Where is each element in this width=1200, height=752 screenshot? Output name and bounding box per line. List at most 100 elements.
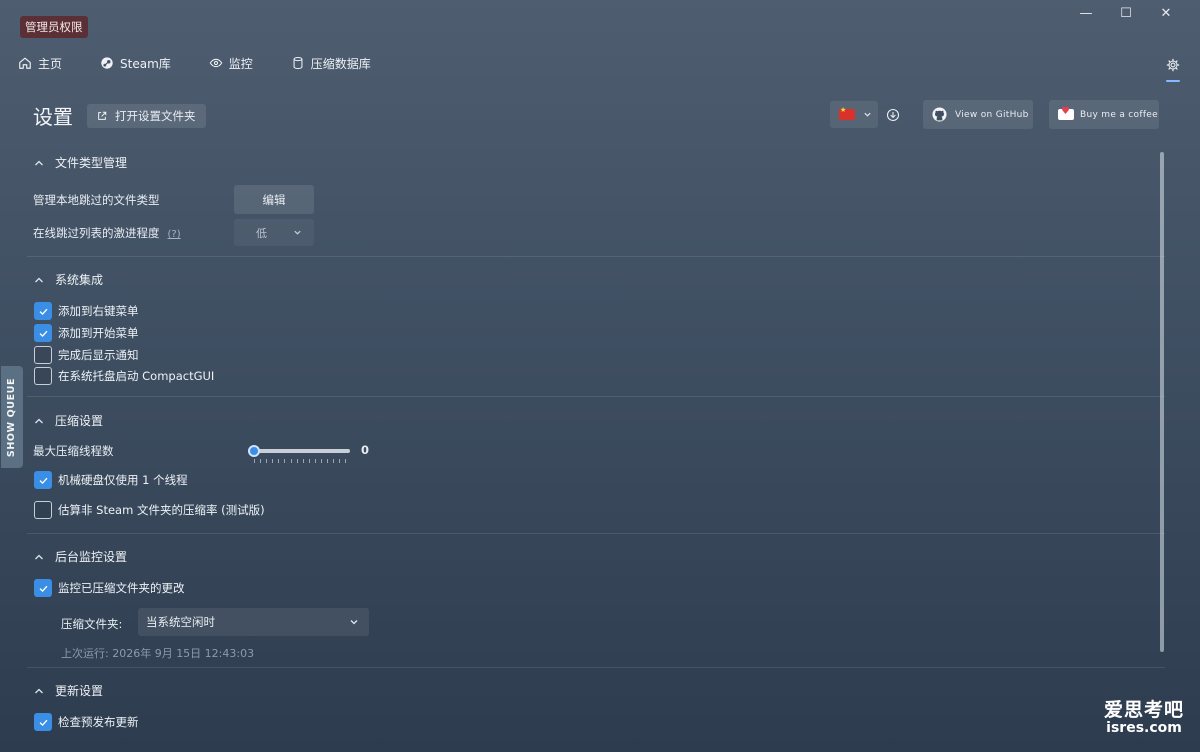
watermark-url: isres.com [1106, 720, 1182, 736]
chevron-down-icon [350, 620, 358, 625]
open-folder-label: 打开设置文件夹 [115, 109, 196, 123]
option-label: 添加到开始菜单 [58, 326, 139, 340]
skip-filetypes-label: 管理本地跳过的文件类型 [33, 193, 160, 207]
chevron-up-icon [35, 554, 43, 559]
window-controls: — ☐ ✕ [1066, 4, 1186, 22]
github-icon [932, 107, 947, 122]
check-icon [39, 477, 47, 484]
section-title: 更新设置 [55, 684, 104, 698]
checkbox[interactable] [34, 346, 52, 364]
slider-ticks [254, 459, 347, 463]
section-updates-header[interactable]: 更新设置 [33, 682, 103, 699]
option-label: 机械硬盘仅使用 1 个线程 [58, 473, 188, 487]
show-queue-label: SHOW QUEUE [6, 377, 18, 457]
threads-label: 最大压缩线程数 [33, 444, 114, 458]
nav-item-label: 主页 [38, 56, 63, 71]
checkbox[interactable] [34, 324, 52, 342]
option-label: 检查预发布更新 [58, 715, 139, 729]
checkbox[interactable] [34, 579, 52, 597]
show-queue-tab[interactable]: SHOW QUEUE [1, 366, 23, 468]
nav-item-steam[interactable]: Steam库 [100, 54, 171, 72]
aggressiveness-value: 低 [256, 226, 267, 240]
open-settings-folder-button[interactable]: 打开设置文件夹 [87, 104, 206, 128]
aggressiveness-label-row: 在线跳过列表的激进程度 (?) [33, 225, 181, 241]
watch-changes-option[interactable]: 监控已压缩文件夹的更改 [34, 579, 185, 597]
threads-slider[interactable] [248, 443, 350, 463]
chevron-up-icon [35, 688, 43, 693]
steam-icon [101, 57, 113, 69]
language-select[interactable] [830, 101, 878, 128]
section-file-types-header[interactable]: 文件类型管理 [33, 154, 127, 171]
checkbox[interactable] [34, 302, 52, 320]
watermark-text: 爱思考吧 [1104, 699, 1185, 721]
close-button[interactable]: ✕ [1146, 4, 1186, 22]
section-compression-header[interactable]: 压缩设置 [33, 412, 103, 429]
check-icon [39, 308, 47, 315]
nav-item-home[interactable]: 主页 [18, 54, 62, 72]
section-divider [27, 533, 1165, 534]
option-label: 在系统托盘启动 CompactGUI [58, 369, 215, 383]
github-button[interactable]: View on GitHub [923, 100, 1033, 129]
check-icon [39, 719, 47, 726]
hdd-single-thread-option[interactable]: 机械硬盘仅使用 1 个线程 [34, 471, 188, 489]
buy-me-a-coffee-button[interactable]: Buy me a coffee [1049, 100, 1159, 129]
nav-item-label: Steam库 [120, 56, 171, 71]
external-link-icon [98, 111, 107, 120]
help-link[interactable]: (?) [168, 229, 181, 240]
section-divider [27, 396, 1165, 397]
checkbox[interactable] [34, 471, 52, 489]
nav-item-monitor[interactable]: 监控 [209, 54, 253, 72]
chevron-up-icon [35, 418, 43, 423]
nav-item-label: 监控 [228, 56, 253, 71]
main-nav: 主页 Steam库 监控 压缩数据库 [18, 54, 409, 72]
maximize-button[interactable]: ☐ [1106, 4, 1146, 22]
section-title: 压缩设置 [55, 414, 104, 428]
tray-start-option[interactable]: 在系统托盘启动 CompactGUI [34, 367, 214, 385]
aggressiveness-label: 在线跳过列表的激进程度 [33, 226, 160, 240]
compress-folder-label: 压缩文件夹: [61, 617, 123, 631]
checkbox[interactable] [34, 501, 52, 519]
estimate-ratio-option[interactable]: 估算非 Steam 文件夹的压缩率 (测试版) [34, 501, 265, 519]
check-icon [39, 330, 47, 337]
section-divider [27, 256, 1165, 257]
section-title: 后台监控设置 [55, 550, 128, 564]
prerelease-updates-option[interactable]: 检查预发布更新 [34, 713, 139, 731]
active-tab-indicator [1166, 80, 1180, 82]
page-title: 设置 [33, 105, 73, 129]
admin-badge: 管理员权限 [20, 16, 88, 38]
option-label: 监控已压缩文件夹的更改 [58, 581, 185, 595]
home-icon [19, 57, 31, 69]
context-menu-option[interactable]: 添加到右键菜单 [34, 302, 139, 320]
option-label: 估算非 Steam 文件夹的压缩率 (测试版) [58, 503, 265, 517]
aggressiveness-select[interactable]: 低 [234, 219, 314, 246]
coffee-cup-icon [1058, 106, 1074, 120]
chevron-up-icon [35, 277, 43, 282]
edit-button[interactable]: 编辑 [234, 185, 314, 214]
threads-value: 0 [361, 443, 370, 457]
minimize-button[interactable]: — [1066, 4, 1106, 22]
download-icon[interactable] [886, 108, 900, 122]
option-label: 完成后显示通知 [58, 348, 139, 362]
section-title: 文件类型管理 [55, 156, 128, 170]
watermark: 爱思考吧 isres.com [1104, 695, 1184, 736]
compress-when-value: 当系统空闲时 [146, 615, 215, 629]
checkbox[interactable] [34, 713, 52, 731]
section-system-header[interactable]: 系统集成 [33, 271, 103, 288]
section-divider [27, 667, 1165, 668]
chevron-down-icon [294, 230, 301, 235]
github-label: View on GitHub [955, 109, 1029, 120]
checkbox[interactable] [34, 367, 52, 385]
coffee-label: Buy me a coffee [1080, 109, 1158, 120]
china-flag-icon [839, 106, 855, 120]
compress-when-select[interactable]: 当系统空闲时 [138, 608, 369, 636]
nav-item-database[interactable]: 压缩数据库 [291, 54, 371, 72]
gear-icon[interactable] [1166, 58, 1180, 72]
slider-thumb[interactable] [248, 445, 260, 457]
section-monitor-header[interactable]: 后台监控设置 [33, 548, 127, 565]
notification-option[interactable]: 完成后显示通知 [34, 346, 139, 364]
last-run-text: 上次运行: 2026年 9月 15日 12:43:03 [61, 647, 255, 660]
section-title: 系统集成 [55, 273, 104, 287]
start-menu-option[interactable]: 添加到开始菜单 [34, 324, 139, 342]
scrollbar[interactable] [1160, 152, 1164, 652]
chevron-up-icon [35, 160, 43, 165]
